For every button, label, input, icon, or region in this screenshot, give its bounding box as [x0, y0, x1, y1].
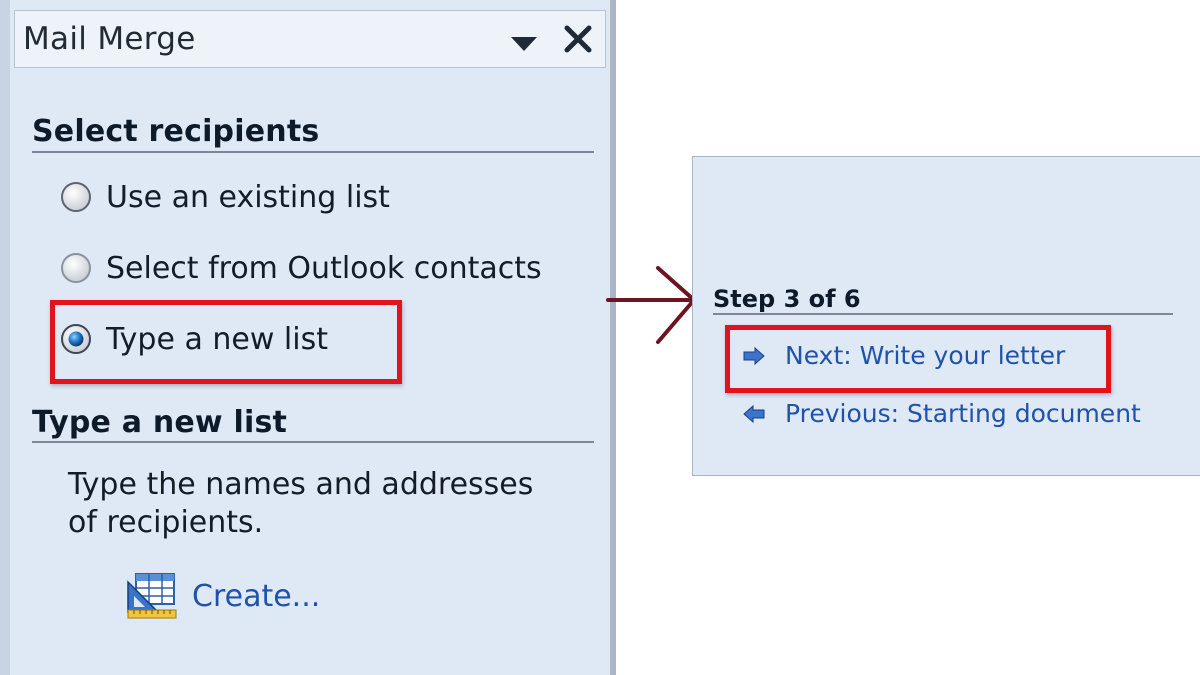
mail-merge-task-pane: Mail Merge Select recipients Use an exis	[0, 0, 616, 675]
chevron-down-icon[interactable]	[511, 37, 537, 51]
close-icon[interactable]	[561, 21, 595, 57]
next-step-link[interactable]: Next: Write your letter	[743, 341, 1065, 370]
step-heading: Step 3 of 6	[713, 285, 861, 313]
previous-step-label: Previous: Starting document	[785, 399, 1141, 428]
task-pane-title: Mail Merge	[23, 21, 196, 57]
step-navigation-panel: Step 3 of 6 Next: Write your letter Prev…	[692, 156, 1200, 476]
table-ruler-icon[interactable]	[126, 572, 178, 620]
create-link[interactable]: Create...	[126, 572, 320, 620]
previous-step-link[interactable]: Previous: Starting document	[743, 399, 1141, 428]
type-new-list-heading: Type a new list	[32, 405, 288, 440]
section-divider	[32, 441, 594, 443]
step-divider	[713, 313, 1173, 315]
screenshot-canvas: Mail Merge Select recipients Use an exis	[0, 0, 1200, 675]
select-recipients-heading: Select recipients	[32, 114, 320, 149]
arrow-right-icon	[743, 346, 765, 365]
section-divider	[32, 151, 594, 153]
option-type-new-list[interactable]: Type a new list	[60, 316, 328, 362]
next-step-label: Next: Write your letter	[785, 341, 1066, 370]
option-label: Use an existing list	[106, 179, 390, 215]
radio-unselected-icon[interactable]	[60, 252, 92, 284]
create-link-label: Create...	[192, 578, 321, 614]
radio-selected-icon[interactable]	[60, 323, 92, 355]
task-pane-header: Mail Merge	[14, 10, 606, 68]
option-label: Select from Outlook contacts	[106, 250, 542, 286]
arrow-left-icon	[743, 404, 765, 423]
type-new-list-description: Type the names and addresses of recipien…	[68, 467, 534, 540]
option-label: Type a new list	[106, 321, 328, 357]
option-select-outlook-contacts[interactable]: Select from Outlook contacts	[60, 245, 542, 291]
arrow-right-icon	[606, 266, 697, 344]
option-use-existing-list[interactable]: Use an existing list	[60, 174, 390, 220]
radio-unselected-icon[interactable]	[60, 181, 92, 213]
